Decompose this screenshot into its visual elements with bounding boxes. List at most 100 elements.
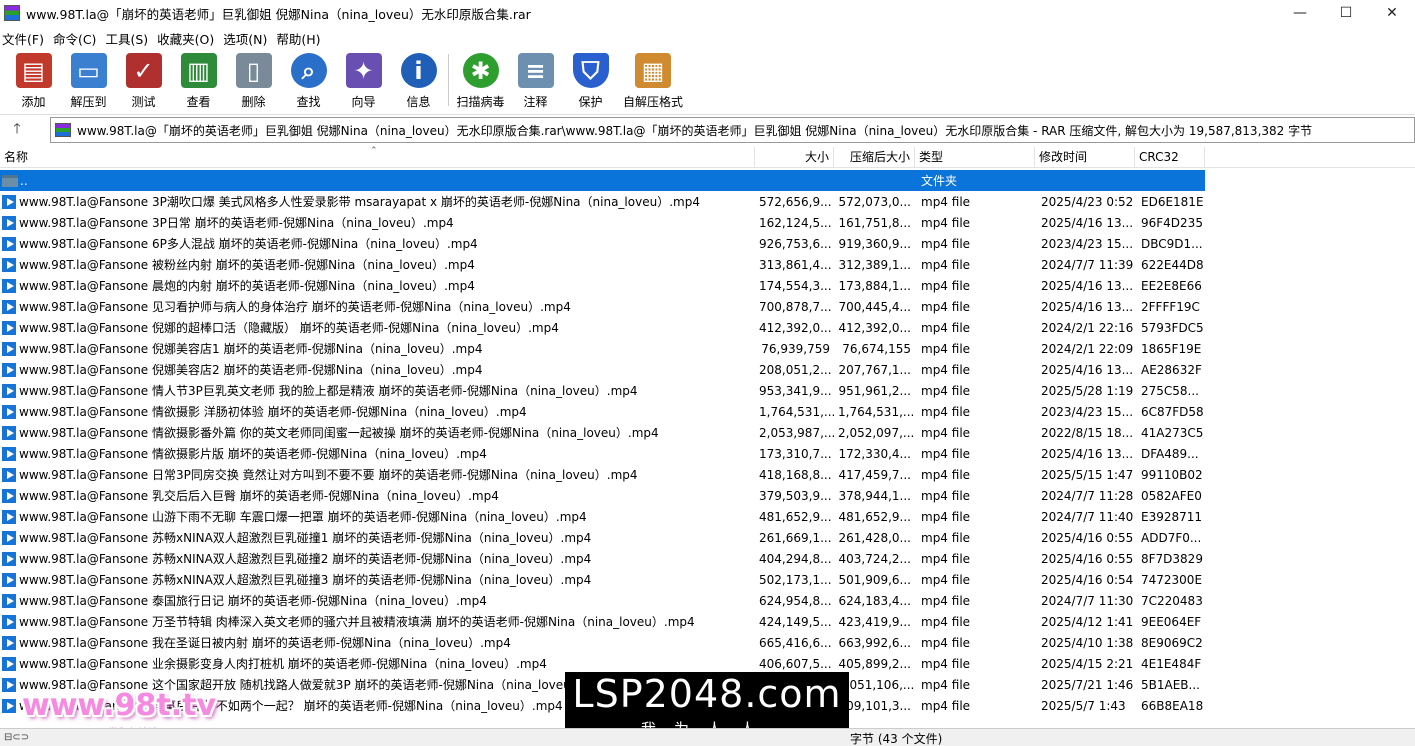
file-packed-size: 2,052,097,... [838,425,915,440]
file-modified: 2023/4/23 15... [1041,404,1134,419]
table-row[interactable]: www.98T.la@Fansone 泰国旅行日记 崩坏的英语老师-倪娜Nina… [0,590,1415,611]
file-modified: 2025/4/16 0:54 [1041,572,1134,587]
address-path-field[interactable]: www.98T.la@「崩坏的英语老师」巨乳御姐 倪娜Nina（nina_lov… [50,117,1415,143]
file-type: mp4 file [921,278,971,293]
up-one-level-button[interactable]: 🡑 [0,118,34,142]
protect-button[interactable]: ⛉ 保护 [563,50,618,110]
file-crc32: 0582AFE0 [1141,488,1202,503]
table-row[interactable]: www.98T.la@Fansone 山游下雨不无聊 车震口爆一把罩 崩坏的英语… [0,506,1415,527]
file-list-header: 名称 ⌃ 大小 压缩后大小 类型 修改时间 CRC32 [0,146,1415,168]
table-row[interactable]: www.98T.la@Fansone 乳交后后入巨臀 崩坏的英语老师-倪娜Nin… [0,485,1415,506]
table-row[interactable]: www.98T.la@Fansone 苏畅xNINA双人超激烈巨乳碰撞1 崩坏的… [0,527,1415,548]
table-row[interactable]: www.98T.la@Fansone 我在圣诞日被内射 崩坏的英语老师-倪娜Ni… [0,632,1415,653]
menu-options[interactable]: 选项(N) [221,29,270,48]
column-modified[interactable]: 修改时间 [1035,147,1135,168]
file-name-cell: www.98T.la@Fansone 晨炮的内射 崩坏的英语老师-倪娜Nina（… [0,277,755,294]
file-packed-size: 700,445,4... [838,299,911,314]
comment-button[interactable]: ≡ 注释 [508,50,563,110]
file-name: www.98T.la@Fansone 倪娜的超棒口活（隐藏版） 崩坏的英语老师-… [19,321,559,335]
parent-folder-row[interactable]: .. 文件夹 [0,170,1205,191]
video-file-icon [2,635,16,650]
file-size: 418,168,8... [759,467,832,482]
file-size: 162,124,5... [759,215,832,230]
menu-file[interactable]: 文件(F) [0,29,47,48]
video-file-icon [2,383,16,398]
maximize-button[interactable]: ☐ [1323,0,1369,26]
video-file-icon [2,446,16,461]
file-modified: 2025/4/16 0:55 [1041,551,1134,566]
file-packed-size: 481,652,9... [838,509,911,524]
file-type: mp4 file [921,488,971,503]
minimize-button[interactable]: — [1277,0,1323,26]
menu-tools[interactable]: 工具(S) [103,29,151,48]
file-crc32: ED6E181E [1141,194,1204,209]
table-row[interactable]: www.98T.la@Fansone 情欲摄影 洋肠初体验 崩坏的英语老师-倪娜… [0,401,1415,422]
sfx-button[interactable]: ▦ 自解压格式 [618,50,688,110]
table-row[interactable]: www.98T.la@Fansone 倪娜美容店1 崩坏的英语老师-倪娜Nina… [0,338,1415,359]
table-row[interactable]: www.98T.la@Fansone 万圣节特辑 肉棒深入英文老师的骚穴并且被精… [0,611,1415,632]
file-packed-size: 624,183,4... [838,593,911,608]
table-row[interactable]: www.98T.la@Fansone 3P日常 崩坏的英语老师-倪娜Nina（n… [0,212,1415,233]
file-name-cell: www.98T.la@Fansone 3P潮吹口爆 美式风格多人性爱录影带 ms… [0,193,755,210]
video-file-icon [2,404,16,419]
wizard-button[interactable]: ✦ 向导 [336,50,391,110]
table-row[interactable]: www.98T.la@Fansone 业余摄影变身人肉打桩机 崩坏的英语老师-倪… [0,653,1415,674]
file-size: 76,939,759 [761,341,830,356]
file-size: 624,954,8... [759,593,832,608]
file-size: 572,656,9... [759,194,832,209]
test-button[interactable]: ✓ 测试 [116,50,171,110]
column-packed-size[interactable]: 压缩后大小 [834,147,915,168]
file-packed-size: 951,961,2... [838,383,911,398]
add-button[interactable]: ▤ 添加 [6,50,61,110]
column-size[interactable]: 大小 [755,147,834,168]
menu-bar: 文件(F) 命令(C) 工具(S) 收藏夹(O) 选项(N) 帮助(H) [0,27,328,49]
delete-button[interactable]: ▯ 删除 [226,50,281,110]
table-row[interactable]: www.98T.la@Fansone 情欲摄影片版 崩坏的英语老师-倪娜Nina… [0,443,1415,464]
file-name-cell: www.98T.la@Fansone 6P多人混战 崩坏的英语老师-倪娜Nina… [0,235,755,252]
file-modified: 2023/4/23 15... [1041,236,1134,251]
extract-folder-icon: ▭ [70,53,107,88]
table-row[interactable]: www.98T.la@Fansone 情人节3P巨乳英文老师 我的脸上都是精液 … [0,380,1415,401]
file-size: 173,310,7... [759,446,832,461]
menu-help[interactable]: 帮助(H) [274,29,323,48]
table-row[interactable]: www.98T.la@Fansone 苏畅xNINA双人超激烈巨乳碰撞2 崩坏的… [0,548,1415,569]
column-name[interactable]: 名称 ⌃ [0,146,755,168]
find-button[interactable]: ⌕ 查找 [281,50,336,110]
column-crc32[interactable]: CRC32 [1135,147,1205,168]
table-row[interactable]: www.98T.la@Fansone 倪娜美容店2 崩坏的英语老师-倪娜Nina… [0,359,1415,380]
file-modified: 2024/7/7 11:28 [1041,488,1134,503]
file-name: www.98T.la@Fansone 情欲摄影片版 崩坏的英语老师-倪娜Nina… [19,447,487,461]
file-type: mp4 file [921,593,971,608]
table-row[interactable]: www.98T.la@Fansone 见习看护师与病人的身体治疗 崩坏的英语老师… [0,296,1415,317]
table-row[interactable]: www.98T.la@Fansone 6P多人混战 崩坏的英语老师-倪娜Nina… [0,233,1415,254]
file-crc32: 7472300E [1141,572,1203,587]
file-name-cell: www.98T.la@Fansone 3P日常 崩坏的英语老师-倪娜Nina（n… [0,214,755,231]
toolbar: ▤ 添加 ▭ 解压到 ✓ 测试 ▥ 查看 ▯ 删除 ⌕ 查找 ✦ 向导 i 信息 ✱ 扫描病毒 ≡… [0,50,1415,112]
info-button[interactable]: i 信息 [391,50,446,110]
file-size: 953,341,9... [759,383,832,398]
table-row[interactable]: www.98T.la@Fansone 被粉丝内射 崩坏的英语老师-倪娜Nina（… [0,254,1415,275]
table-row[interactable]: www.98T.la@Fansone 情欲摄影番外篇 你的英文老师同闺蜜一起被操… [0,422,1415,443]
file-packed-size: 261,428,0... [838,530,911,545]
view-button[interactable]: ▥ 查看 [171,50,226,110]
video-file-icon [2,509,16,524]
table-row[interactable]: www.98T.la@Fansone 日常3P同房交换 竟然让对方叫到不要不要 … [0,464,1415,485]
menu-commands[interactable]: 命令(C) [51,29,99,48]
column-type[interactable]: 类型 [915,147,1035,168]
file-type: mp4 file [921,551,971,566]
file-crc32: DFA489... [1141,446,1199,461]
title-bar: www.98T.la@「崩坏的英语老师」巨乳御姐 倪娜Nina（nina_lov… [0,0,1415,26]
table-row[interactable]: www.98T.la@Fansone 晨炮的内射 崩坏的英语老师-倪娜Nina（… [0,275,1415,296]
table-row[interactable]: www.98T.la@Fansone 苏畅xNINA双人超激烈巨乳碰撞3 崩坏的… [0,569,1415,590]
menu-favorites[interactable]: 收藏夹(O) [155,29,217,48]
table-row[interactable]: www.98T.la@Fansone 倪娜的超棒口活（隐藏版） 崩坏的英语老师-… [0,317,1415,338]
shield-icon: ⛉ [572,53,609,88]
file-name: www.98T.la@Fansone 苏畅xNINA双人超激烈巨乳碰撞1 崩坏的… [19,531,592,545]
table-row[interactable]: www.98T.la@Fansone 3P潮吹口爆 美式风格多人性爱录影带 ms… [0,191,1415,212]
extract-to-button[interactable]: ▭ 解压到 [61,50,116,110]
file-type: mp4 file [921,635,971,650]
close-button[interactable]: ✕ [1369,0,1415,26]
file-type: mp4 file [921,509,971,524]
status-text: 字节 (43 个文件) [850,732,943,746]
virus-scan-button[interactable]: ✱ 扫描病毒 [453,50,508,110]
